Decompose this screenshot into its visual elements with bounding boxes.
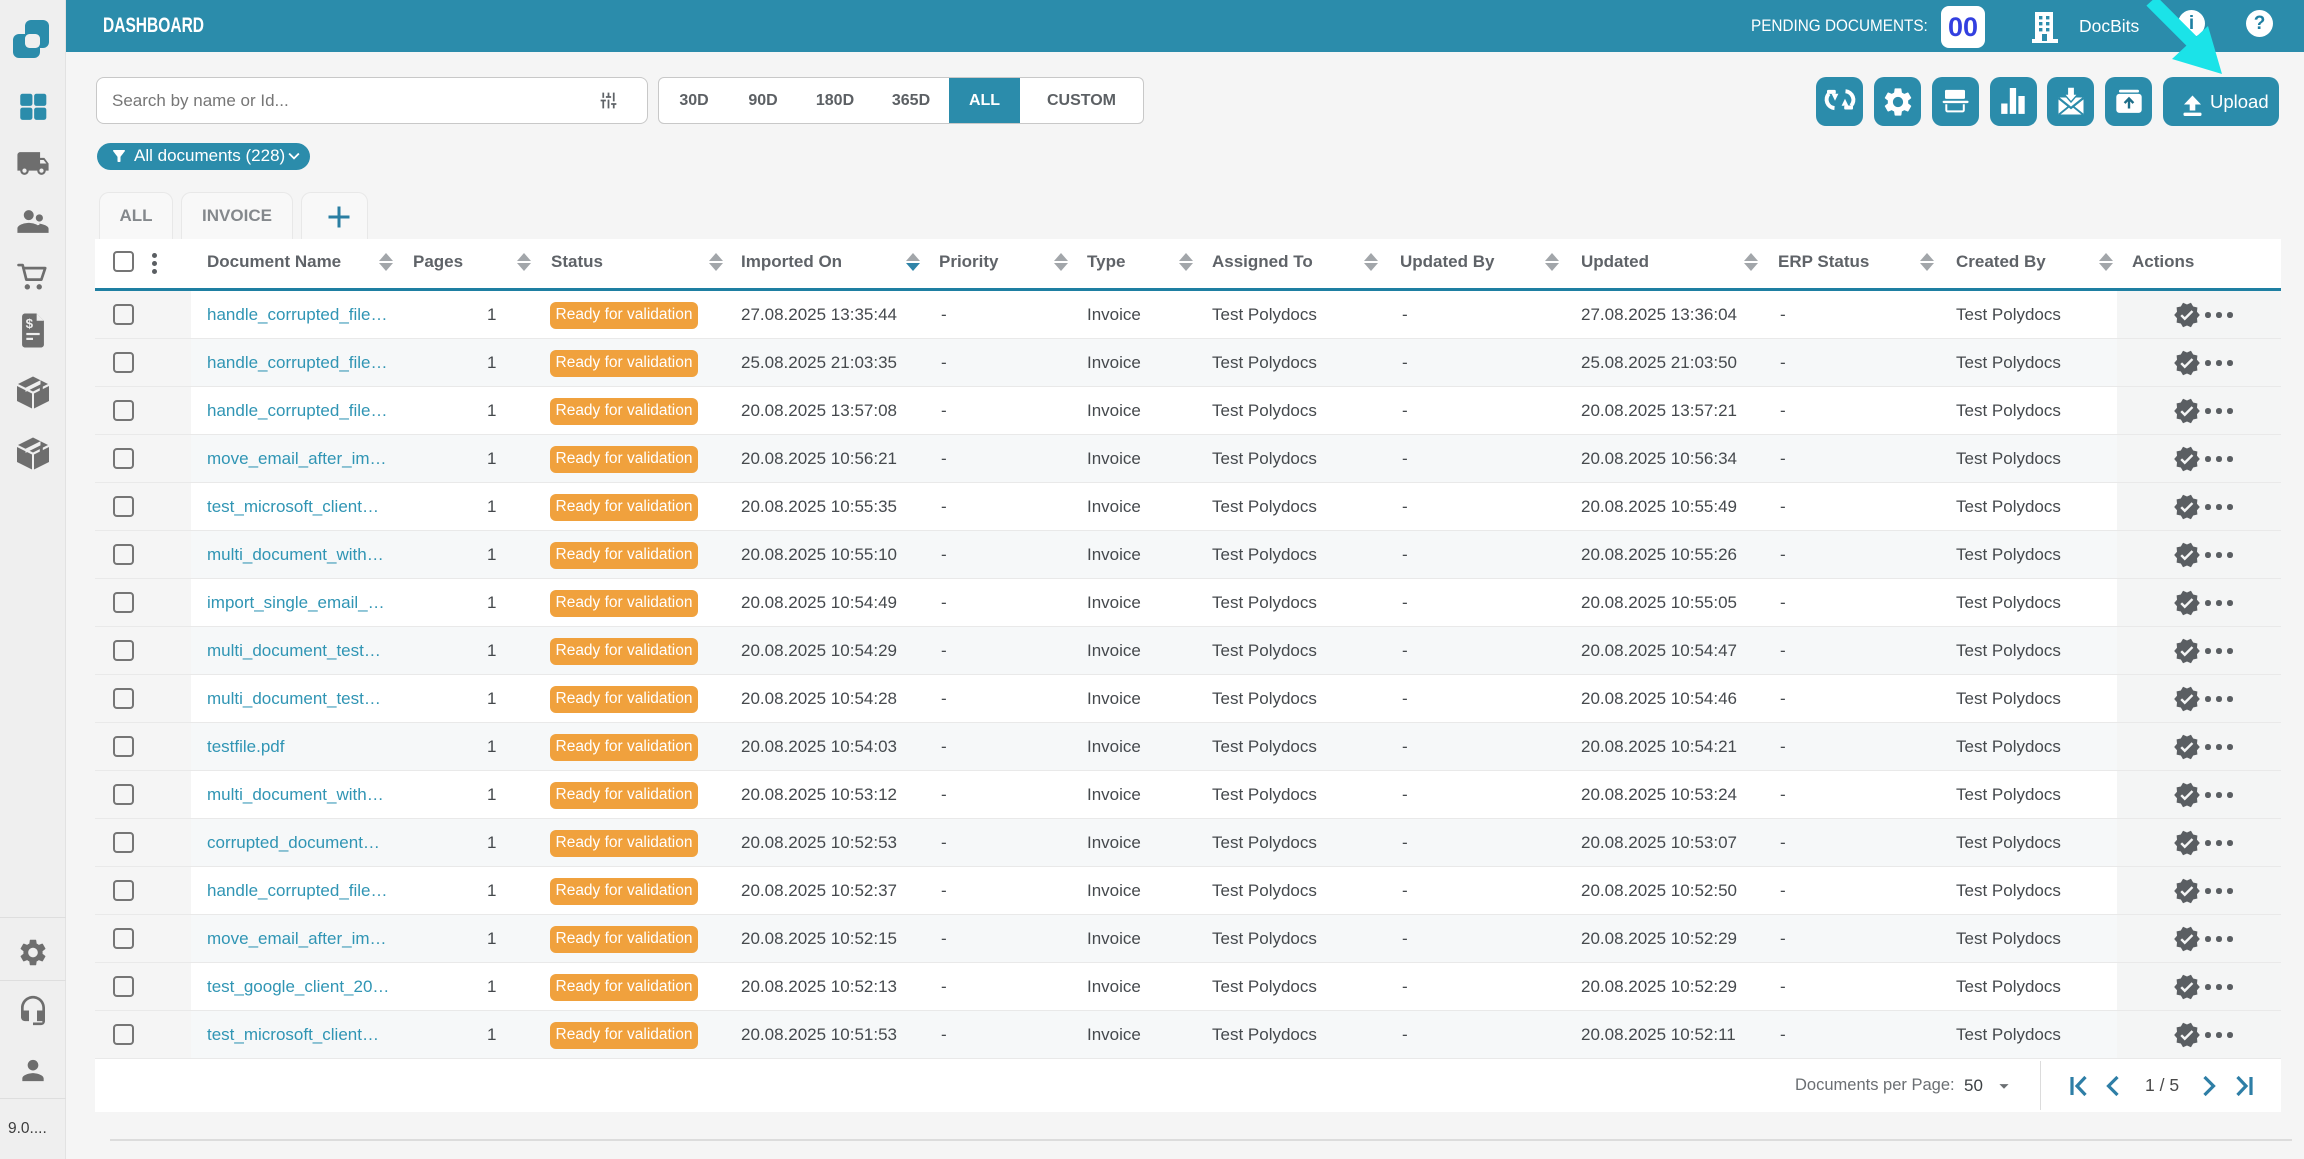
svg-text:$: $: [25, 316, 33, 331]
